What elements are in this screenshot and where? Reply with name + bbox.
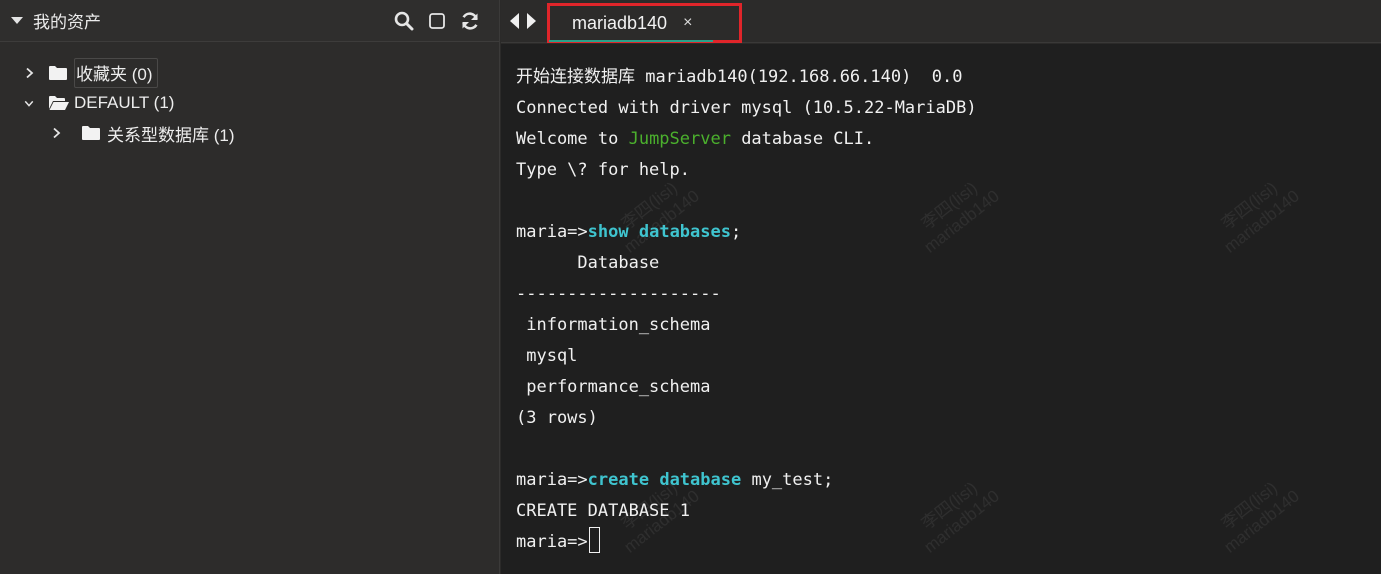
folder-open-icon [48, 94, 70, 112]
terminal-line: mysql [516, 343, 977, 374]
terminal-line: information_schema [516, 312, 977, 343]
terminal-line: -------------------- [516, 281, 977, 312]
terminal-text: create [587, 470, 650, 490]
tree-node-label: 收藏夹 (0) [74, 58, 158, 88]
close-icon[interactable]: × [683, 14, 692, 32]
tab-bar: mariadb140 × [501, 0, 1381, 43]
terminal-output: 开始连接数据库 mariadb140(192.168.66.140) 0.0 Co… [516, 64, 977, 560]
terminal-line: maria=> [516, 527, 977, 560]
tab-mariadb140[interactable]: mariadb140 × [547, 3, 742, 43]
arrow-right-icon[interactable] [526, 12, 539, 30]
sidebar-header: 我的资产 [0, 0, 499, 42]
folder-icon [81, 124, 103, 142]
terminal-cursor [588, 527, 600, 553]
terminal-text: show [587, 222, 629, 242]
terminal-text: databases [638, 222, 731, 242]
watermark: 李四(lisi) mariadb140 [1208, 171, 1303, 258]
terminal-line: (3 rows) [516, 405, 977, 436]
tree-node-favorites[interactable]: 收藏夹 (0) [0, 58, 499, 88]
refresh-icon[interactable] [459, 10, 481, 32]
sidebar-tools [382, 10, 481, 32]
tab-nav [509, 12, 539, 30]
terminal-text: information_schema [516, 315, 711, 335]
terminal-line: maria=>create database my_test; [516, 467, 977, 498]
terminal-line: performance_schema [516, 374, 977, 405]
terminal-text: Connected with driver mysql (10.5.22-Mar… [516, 98, 977, 118]
watermark-user: 李四(lisi) [1217, 178, 1281, 234]
terminal-line: Welcome to JumpServer database CLI. [516, 126, 977, 157]
terminal-text: JumpServer [628, 129, 731, 149]
watermark-asset: mariadb140 [1220, 486, 1303, 557]
collapse-caret-icon[interactable] [11, 17, 23, 24]
terminal-text: Welcome to [516, 129, 629, 149]
terminal-text: Database [516, 253, 660, 273]
terminal-text: my_test; [741, 470, 834, 490]
asset-sidebar: 我的资产 收藏夹 (0) DEFAULT (1) 关系型数据库 (1) [0, 0, 500, 574]
chevron-right-icon[interactable] [24, 67, 34, 79]
chevron-down-icon[interactable] [24, 98, 34, 108]
sidebar-title: 我的资产 [33, 13, 101, 32]
terminal-text: maria=> [516, 470, 588, 490]
arrow-left-icon[interactable] [509, 12, 522, 30]
tree-node-default[interactable]: DEFAULT (1) [0, 88, 499, 118]
chevron-right-icon[interactable] [51, 127, 61, 139]
terminal-line: Connected with driver mysql (10.5.22-Mar… [516, 95, 977, 126]
terminal[interactable]: 李四(lisi) mariadb140 李四(lisi) mariadb140 李四(l… [501, 44, 1381, 574]
watermark-user: 李四(lisi) [1217, 478, 1281, 534]
terminal-text: mysql [516, 346, 578, 366]
terminal-text: ; [730, 222, 742, 242]
terminal-text: maria=> [516, 222, 588, 242]
watermark-asset: mariadb140 [1220, 186, 1303, 257]
terminal-text: database [659, 470, 742, 490]
terminal-text: maria=> [516, 532, 588, 552]
terminal-text: Type \? for help. [516, 160, 690, 180]
tab-label: mariadb140 [572, 12, 668, 33]
terminal-text: CREATE DATABASE 1 [516, 501, 690, 521]
active-tab-indicator [549, 40, 713, 42]
folder-icon [48, 64, 70, 82]
terminal-line: maria=>show databases; [516, 219, 977, 250]
terminal-line: Database [516, 250, 977, 281]
terminal-line: 开始连接数据库 mariadb140(192.168.66.140) 0.0 [516, 64, 977, 95]
search-icon[interactable] [393, 10, 415, 32]
watermark: 李四(lisi) mariadb140 [1208, 471, 1303, 558]
tree-node-label: DEFAULT (1) [74, 93, 175, 112]
asset-tree: 收藏夹 (0) DEFAULT (1) 关系型数据库 (1) [0, 42, 499, 148]
square-icon[interactable] [426, 10, 448, 32]
terminal-text: (3 rows) [516, 408, 598, 428]
terminal-text: -------------------- [516, 284, 721, 304]
terminal-line: CREATE DATABASE 1 [516, 498, 977, 529]
tree-node-label: 关系型数据库 (1) [107, 125, 235, 145]
terminal-text: 开始连接数据库 mariadb140(192.168.66.140) 0.0 [516, 67, 963, 87]
tree-node-relational-db[interactable]: 关系型数据库 (1) [0, 118, 499, 148]
terminal-text: database CLI. [730, 129, 875, 149]
terminal-text: performance_schema [516, 377, 711, 397]
terminal-line: Type \? for help. [516, 157, 977, 188]
